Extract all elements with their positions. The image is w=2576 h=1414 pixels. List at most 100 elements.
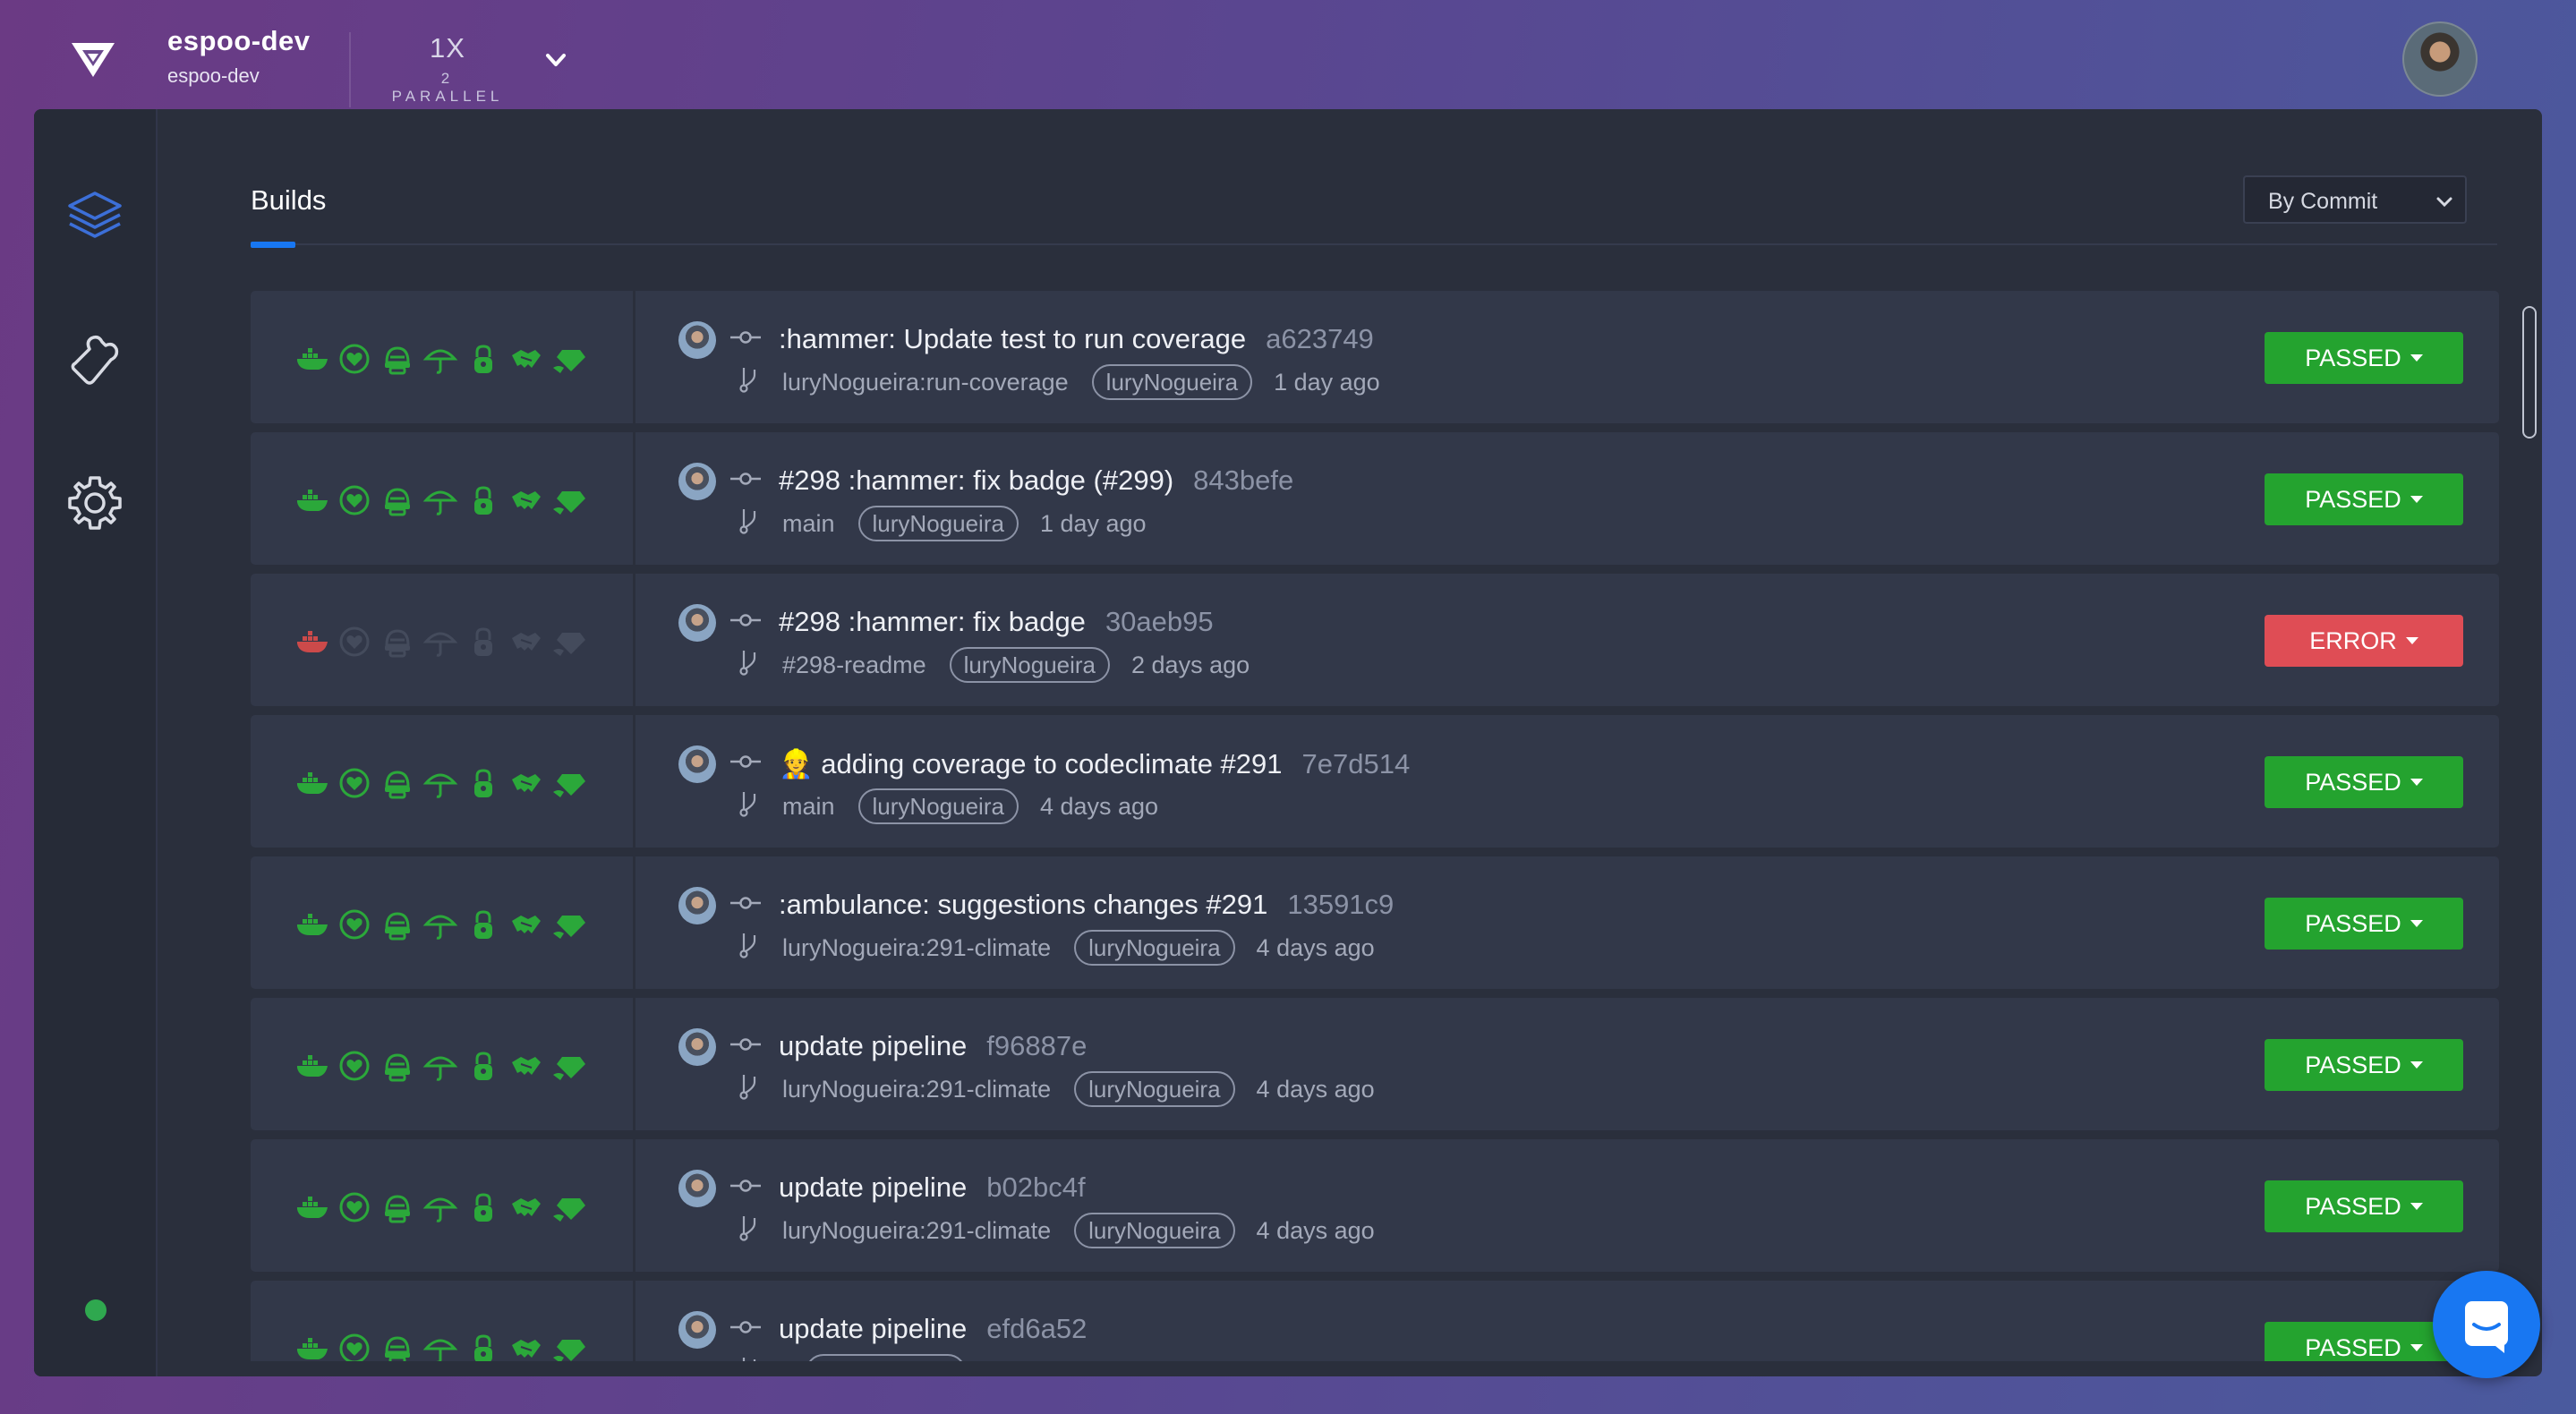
commit-message-line[interactable]: :hammer: Update test to run coverage a623…: [779, 323, 1374, 355]
user-avatar[interactable]: [2402, 21, 2478, 97]
author-tag[interactable]: luryNogueira: [1091, 364, 1253, 400]
heart-shield-icon: [339, 485, 370, 515]
author-tag[interactable]: luryNogueira: [806, 1354, 967, 1361]
pipeline-stages[interactable]: [251, 432, 635, 565]
caret-down-icon: [2410, 779, 2423, 786]
branch-name[interactable]: luryNogueira:run-coverage: [782, 369, 1069, 396]
branch-name[interactable]: luryNogueira:291-climate: [782, 1076, 1051, 1103]
build-status-button[interactable]: PASSED: [2265, 756, 2463, 808]
app-frame: Builds By Commit :hammer: Update test to…: [34, 109, 2542, 1376]
build-status-button[interactable]: ERROR: [2265, 615, 2463, 667]
build-status-button[interactable]: PASSED: [2265, 898, 2463, 950]
org-name: espoo-dev: [167, 25, 311, 56]
layers-icon[interactable]: [63, 184, 127, 249]
author-tag[interactable]: luryNogueira: [857, 788, 1019, 824]
commit-message: update pipeline: [779, 1171, 968, 1203]
heart-shield-icon: [339, 768, 370, 798]
build-row[interactable]: update pipeline f96887e luryNogueira:291-c…: [251, 998, 2499, 1130]
build-status-button[interactable]: PASSED: [2265, 332, 2463, 384]
pipeline-stages[interactable]: [251, 1139, 635, 1272]
build-meta: luryNogueira:291-climate luryNogueira 4 da…: [782, 1071, 1375, 1107]
helmet-icon: [385, 912, 410, 941]
branch-name[interactable]: luryNogueira:291-climate: [782, 1217, 1051, 1245]
pipeline-stages[interactable]: [251, 574, 635, 706]
build-meta: #298-readme luryNogueira 2 days ago: [782, 647, 1250, 683]
commit-sha[interactable]: efd6a52: [986, 1313, 1087, 1344]
chevron-down-icon[interactable]: [541, 45, 571, 75]
pipeline-stages[interactable]: [251, 1281, 635, 1361]
commit-sha[interactable]: 7e7d514: [1302, 748, 1411, 779]
branch-icon: [739, 651, 756, 676]
pipeline-stages[interactable]: [251, 291, 635, 423]
branch-name[interactable]: main: [782, 793, 835, 821]
build-time: 2 days ago: [1131, 651, 1250, 678]
build-row[interactable]: update pipeline b02bc4f luryNogueira:291-c…: [251, 1139, 2499, 1272]
build-row[interactable]: update pipeline efd6a52 luryNogueira PASSED: [251, 1281, 2499, 1361]
commit-icon: [730, 755, 761, 768]
umbrella-icon: [422, 490, 458, 515]
chat-launcher[interactable]: [2433, 1271, 2540, 1378]
diamond-hand-icon: [553, 633, 585, 656]
header-divider: [349, 32, 351, 107]
build-time: 4 days ago: [1256, 1216, 1375, 1244]
build-row[interactable]: :ambulance: suggestions changes #291 1359…: [251, 856, 2499, 989]
lock-icon: [474, 1052, 492, 1080]
pipeline-stages[interactable]: [251, 856, 635, 989]
build-status-button[interactable]: PASSED: [2265, 1180, 2463, 1232]
commit-message-line[interactable]: update pipeline f96887e: [779, 1030, 1087, 1062]
branch-name[interactable]: #298-readme: [782, 652, 926, 679]
commit-message-line[interactable]: 👷 adding coverage to codeclimate #291 7e7…: [779, 747, 1410, 780]
connection-status-dot: [85, 1299, 107, 1321]
commit-sha[interactable]: a623749: [1266, 323, 1374, 354]
commit-sha[interactable]: 30aeb95: [1105, 606, 1214, 637]
commit-message: #298 :hammer: fix badge (#299): [779, 464, 1174, 496]
heart-shield-logo-icon[interactable]: [68, 38, 118, 81]
sort-select[interactable]: By Commit: [2243, 175, 2467, 224]
author-tag[interactable]: luryNogueira: [949, 647, 1111, 683]
build-status-button[interactable]: PASSED: [2265, 1039, 2463, 1091]
chevron-down-icon: [2436, 197, 2452, 208]
committer-avatar: [678, 463, 716, 500]
gear-icon[interactable]: [63, 471, 127, 535]
build-row[interactable]: :hammer: Update test to run coverage a623…: [251, 291, 2499, 423]
commit-message: :hammer: Update test to run coverage: [779, 323, 1247, 354]
branch-icon: [739, 368, 756, 393]
build-status-label: PASSED: [2305, 1333, 2401, 1361]
build-row[interactable]: #298 :hammer: fix badge (#299) 843befe mai…: [251, 432, 2499, 565]
lock-icon: [474, 1334, 492, 1361]
umbrella-icon: [422, 1339, 458, 1361]
author-tag[interactable]: luryNogueira: [1074, 1071, 1235, 1107]
commit-message-line[interactable]: :ambulance: suggestions changes #291 1359…: [779, 889, 1394, 921]
pipeline-stages[interactable]: [251, 715, 635, 848]
commit-sha[interactable]: 843befe: [1193, 464, 1293, 496]
tab-builds[interactable]: Builds: [251, 184, 326, 217]
diamond-hand-icon: [553, 350, 585, 373]
branch-name[interactable]: main: [782, 510, 835, 538]
umbrella-icon: [422, 1197, 458, 1222]
scrollbar-thumb[interactable]: [2522, 306, 2537, 439]
commit-sha[interactable]: b02bc4f: [986, 1171, 1085, 1203]
heart-shield-icon: [339, 1333, 370, 1361]
author-tag[interactable]: luryNogueira: [857, 506, 1019, 541]
build-status-button[interactable]: PASSED: [2265, 473, 2463, 525]
author-tag[interactable]: luryNogueira: [1074, 1213, 1235, 1248]
branch-icon: [739, 1075, 756, 1100]
commit-icon: [730, 897, 761, 909]
branch-name[interactable]: luryNogueira:291-climate: [782, 934, 1051, 962]
puzzle-icon[interactable]: [63, 328, 127, 392]
commit-message-line[interactable]: #298 :hammer: fix badge 30aeb95: [779, 606, 1214, 638]
build-time: 4 days ago: [1256, 933, 1375, 961]
commit-message-line[interactable]: #298 :hammer: fix badge (#299) 843befe: [779, 464, 1293, 497]
commit-sha[interactable]: f96887e: [986, 1030, 1087, 1061]
branch-icon: [739, 1216, 756, 1241]
commit-message-line[interactable]: update pipeline b02bc4f: [779, 1171, 1086, 1204]
pipeline-stages[interactable]: [251, 998, 635, 1130]
author-tag[interactable]: luryNogueira: [1074, 930, 1235, 966]
build-row[interactable]: #298 :hammer: fix badge 30aeb95 #298-readm…: [251, 574, 2499, 706]
commit-sha[interactable]: 13591c9: [1287, 889, 1394, 920]
stage-icons: [294, 1189, 587, 1225]
org-switcher[interactable]: espoo-dev espoo-dev: [167, 25, 311, 88]
build-row[interactable]: 👷 adding coverage to codeclimate #291 7e7…: [251, 715, 2499, 848]
commit-message-line[interactable]: update pipeline efd6a52: [779, 1313, 1087, 1345]
docker-icon: [297, 348, 328, 370]
